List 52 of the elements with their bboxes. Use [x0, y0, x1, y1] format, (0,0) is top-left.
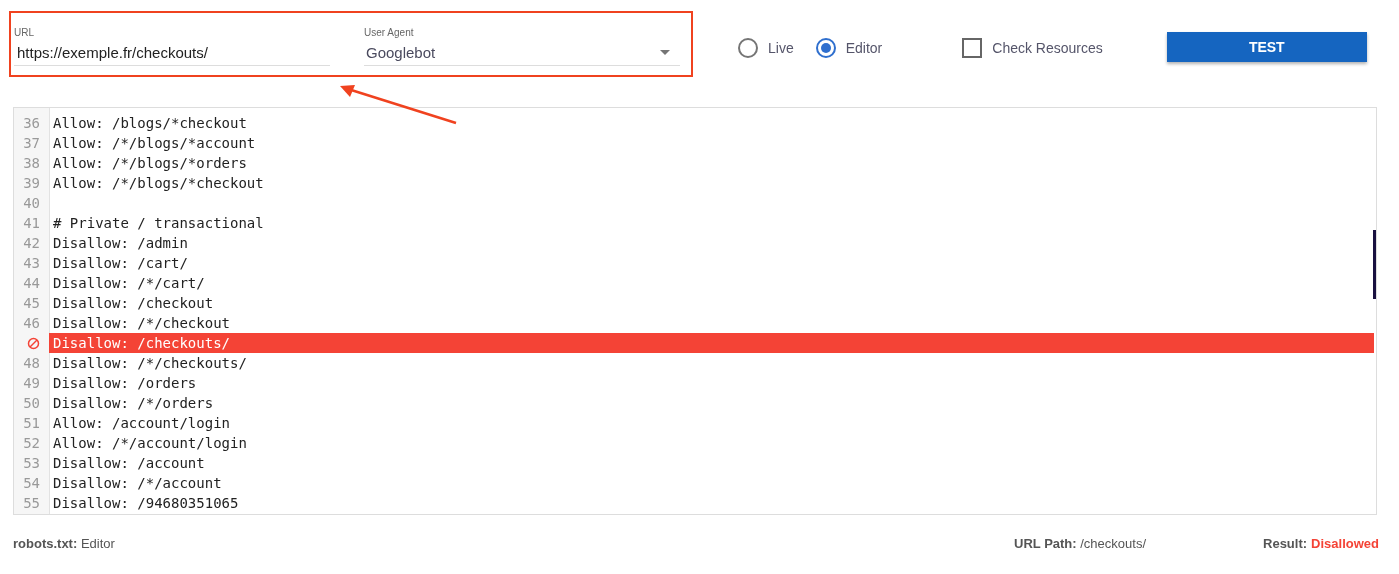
line-number: 39	[23, 175, 40, 191]
code-line: Allow: /blogs/*checkout	[53, 115, 247, 131]
line-number: 46	[23, 315, 40, 331]
code-line: Allow: /*/blogs/*orders	[53, 155, 247, 171]
line-number: 54	[23, 475, 40, 491]
code-line: Allow: /*/account/login	[53, 435, 247, 451]
mode-radio[interactable]: Editor	[815, 37, 883, 58]
result-value: Disallowed	[1311, 536, 1379, 551]
dropdown-caret-icon	[660, 50, 670, 55]
line-number: 36	[23, 115, 40, 131]
scrollbar-thumb[interactable]	[1373, 230, 1376, 299]
test-button[interactable]: TEST	[1166, 31, 1367, 62]
line-number: 45	[23, 295, 40, 311]
line-number: 43	[23, 255, 40, 271]
line-number: 44	[23, 275, 40, 291]
code-line: Disallow: /checkout	[53, 295, 214, 311]
robots-source-text: robots.txt: Editor	[13, 536, 115, 551]
code-line: Disallow: /cart/	[53, 255, 188, 271]
line-number: 42	[23, 235, 40, 251]
line-number: 52	[23, 435, 40, 451]
line-number: 53	[23, 455, 40, 471]
check-resources-checkbox[interactable]: Check Resources	[962, 37, 1103, 58]
line-number: 48	[23, 355, 40, 371]
url-field[interactable]: URL https://exemple.fr/checkouts/	[14, 27, 330, 66]
line-number: 51	[23, 415, 40, 431]
code-line: Disallow: /account	[53, 455, 205, 471]
blocked-icon	[27, 336, 40, 350]
line-number: 40	[23, 195, 40, 211]
code-line: Disallow: /*/account	[53, 475, 222, 491]
url-path-text: URL Path: /checkouts/	[1014, 536, 1146, 551]
line-number: 37	[23, 135, 40, 151]
code-editor[interactable]	[13, 107, 1377, 515]
code-line: Disallow: /94680351065	[53, 495, 239, 511]
code-line: Allow: /account/login	[53, 415, 230, 431]
code-line: Disallow: /*/orders	[53, 395, 214, 411]
code-line: Disallow: /admin	[53, 235, 188, 251]
code-line: # Private / transactional	[53, 215, 264, 231]
code-line: Allow: /*/blogs/*checkout	[53, 175, 264, 191]
mode-radio[interactable]: Live	[738, 37, 794, 58]
code-line: Allow: /*/blogs/*account	[53, 135, 256, 151]
code-line: Disallow: /*/cart/	[53, 275, 205, 291]
code-line: Disallow: /orders	[53, 375, 197, 391]
line-number: 38	[23, 155, 40, 171]
line-number: 41	[23, 215, 40, 231]
user-agent-select[interactable]: User Agent Googlebot	[364, 27, 680, 66]
line-number: 49	[23, 375, 40, 391]
line-number: 55	[23, 495, 40, 511]
line-number: 50	[23, 395, 40, 411]
result-label: Result:	[1263, 536, 1308, 551]
code-line: Disallow: /checkouts/	[53, 335, 230, 351]
code-line: Disallow: /*/checkout	[53, 315, 230, 331]
code-line: Disallow: /*/checkouts/	[53, 355, 247, 371]
